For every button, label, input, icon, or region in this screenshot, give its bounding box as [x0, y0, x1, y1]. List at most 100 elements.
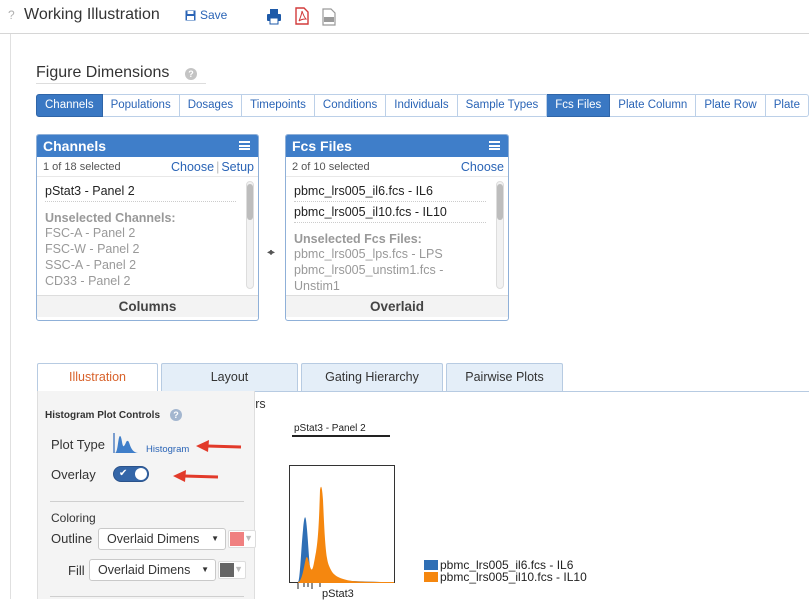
unselected-channel-item[interactable]: FSC-A - Panel 2	[45, 225, 250, 241]
tabs-divider	[254, 391, 809, 392]
tab-sample-types[interactable]: Sample Types	[457, 94, 548, 117]
svg-export-icon[interactable]	[321, 8, 337, 26]
unselected-channel-item[interactable]: SSC-A - Panel 2	[45, 257, 250, 273]
tab-populations[interactable]: Populations	[102, 94, 180, 117]
tab-gating-hierarchy[interactable]: Gating Hierarchy	[301, 363, 443, 391]
unselected-channel-item[interactable]: CD33 - Panel 2	[45, 273, 250, 289]
tab-plate-column[interactable]: Plate Column	[610, 94, 697, 117]
outline-select-value: Overlaid Dimens	[107, 532, 200, 546]
histogram-axis-ticks	[297, 583, 321, 589]
unselected-fcs-item[interactable]: Unstim1	[294, 278, 500, 294]
outline-label: Outline	[51, 531, 93, 546]
pdf-icon[interactable]	[294, 7, 310, 25]
selected-fcs-item[interactable]: pbmc_lrs005_il6.fcs - IL6	[294, 181, 486, 202]
channels-panel-footer: Columns	[37, 295, 258, 317]
unselected-fcs-item[interactable]: pbmc_lrs005_unstim1.fcs -	[294, 262, 500, 278]
channels-panel: Channels 1 of 18 selected Choose | Setup p…	[36, 134, 259, 321]
tab-plate[interactable]: Plate	[765, 94, 809, 117]
overlay-toggle[interactable]: ✔	[113, 466, 149, 482]
link-separator: |	[216, 160, 220, 174]
fcs-panel-footer: Overlaid	[286, 295, 508, 317]
tab-channels[interactable]: Channels	[36, 94, 103, 117]
scrollbar-thumb[interactable]	[247, 184, 253, 220]
fcs-panel-title: Fcs Files	[292, 138, 352, 154]
save-label: Save	[200, 8, 228, 22]
outline-select[interactable]: Overlaid Dimens ▼	[98, 528, 226, 550]
histogram-il10-series	[298, 486, 394, 583]
fcs-scrollbar[interactable]	[496, 181, 504, 289]
histogram-icon[interactable]	[113, 432, 139, 454]
page-title: Working Illustration	[24, 6, 160, 23]
help-icon[interactable]: ?	[170, 409, 182, 421]
tab-layout-placeholders[interactable]: Layout Placeholders	[161, 363, 298, 411]
plot-controls-title: Histogram Plot Controls	[45, 410, 161, 421]
section-divider	[36, 83, 206, 84]
left-divider	[10, 34, 11, 599]
tab-fcs-files[interactable]: Fcs Files	[547, 94, 611, 117]
column-title: pStat3 - Panel 2	[294, 423, 366, 434]
scrollbar-thumb[interactable]	[497, 184, 503, 220]
column-title-underline	[292, 435, 390, 437]
plot-legend: pbmc_lrs005_il6.fcs - IL6 pbmc_lrs005_il…	[424, 559, 587, 583]
toggle-knob	[135, 468, 147, 480]
legend-label: pbmc_lrs005_il10.fcs - IL10	[440, 570, 587, 584]
fcs-files-panel: Fcs Files 2 of 10 selected Choose pbmc_l…	[285, 134, 509, 321]
tab-timepoints[interactable]: Timepoints	[242, 94, 315, 117]
swap-arrows-icon[interactable]: ◂▸	[267, 247, 275, 258]
outline-color-swatch	[230, 532, 244, 546]
fill-select-value: Overlaid Dimens	[98, 563, 191, 577]
x-axis-label: pStat3	[322, 588, 354, 600]
help-marker[interactable]: ?	[8, 8, 15, 22]
plot-type-histogram-link[interactable]: Histogram	[146, 444, 189, 455]
tab-pairwise-plots[interactable]: Pairwise Plots	[446, 363, 563, 391]
check-icon: ✔	[119, 468, 128, 479]
fill-label: Fill	[68, 563, 85, 578]
tab-illustration[interactable]: Illustration	[37, 363, 158, 391]
tab-dosages[interactable]: Dosages	[179, 94, 243, 117]
tab-conditions[interactable]: Conditions	[314, 94, 387, 117]
tab-individuals[interactable]: Individuals	[386, 94, 458, 117]
annotation-arrow-icon	[196, 440, 242, 452]
channels-setup-link[interactable]: Setup	[221, 160, 254, 174]
menu-icon[interactable]	[239, 141, 250, 150]
help-icon[interactable]: ?	[185, 68, 197, 80]
print-icon[interactable]	[266, 8, 282, 26]
fcs-selected-count: 2 of 10 selected	[292, 161, 370, 173]
annotation-arrow-icon	[173, 470, 219, 482]
view-tabs: Illustration Layout Placeholders Gating …	[37, 363, 563, 411]
tab-plate-row[interactable]: Plate Row	[696, 94, 766, 117]
fcs-panel-header: Fcs Files	[286, 135, 508, 157]
fcs-choose-link[interactable]: Choose	[461, 160, 504, 174]
legend-swatch	[424, 560, 438, 570]
overlay-label: Overlay	[51, 467, 96, 482]
legend-swatch	[424, 572, 438, 582]
selected-fcs-item[interactable]: pbmc_lrs005_il10.fcs - IL10	[294, 202, 486, 223]
dimension-tabs: Channels Populations Dosages Timepoints …	[36, 94, 809, 117]
coloring-label: Coloring	[51, 511, 96, 525]
caret-down-icon: ▼	[234, 564, 243, 574]
unselected-channels-heading: Unselected Channels:	[45, 211, 176, 225]
legend-entry: pbmc_lrs005_il10.fcs - IL10	[424, 571, 587, 583]
save-button[interactable]: Save	[185, 8, 227, 22]
unselected-fcs-heading: Unselected Fcs Files:	[294, 232, 422, 246]
channels-list[interactable]: pStat3 - Panel 2 Unselected Channels: FS…	[37, 177, 258, 295]
fcs-selection-bar: 2 of 10 selected Choose	[286, 157, 508, 177]
channels-choose-link[interactable]: Choose	[171, 160, 214, 174]
channels-scrollbar[interactable]	[246, 181, 254, 289]
channels-selection-bar: 1 of 18 selected Choose | Setup	[37, 157, 258, 177]
unselected-fcs-item[interactable]: pbmc_lrs005_lps.fcs - LPS	[294, 246, 500, 262]
fill-color-picker[interactable]: ▼	[218, 561, 246, 579]
caret-down-icon: ▼	[211, 534, 219, 543]
fill-select[interactable]: Overlaid Dimens ▼	[89, 559, 216, 581]
channels-panel-header: Channels	[37, 135, 258, 157]
channels-actions: Choose | Setup	[171, 157, 254, 177]
menu-icon[interactable]	[489, 141, 500, 150]
outline-color-picker[interactable]: ▼	[228, 530, 256, 548]
fcs-files-list[interactable]: pbmc_lrs005_il6.fcs - IL6 pbmc_lrs005_il…	[286, 177, 508, 295]
selected-channel-item[interactable]: pStat3 - Panel 2	[45, 181, 236, 202]
unselected-channel-item[interactable]: FSC-W - Panel 2	[45, 241, 250, 257]
channels-panel-title: Channels	[43, 138, 107, 154]
fill-color-swatch	[220, 563, 234, 577]
controls-divider	[50, 596, 244, 597]
figure-dimensions-title: Figure Dimensions	[36, 64, 170, 81]
